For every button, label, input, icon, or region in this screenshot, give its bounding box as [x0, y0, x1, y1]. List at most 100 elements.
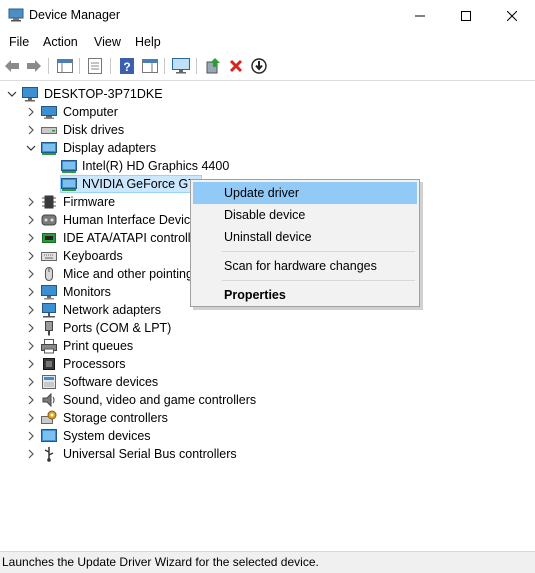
chevron-right-icon[interactable] [26, 395, 36, 405]
tree-category-label[interactable]: Firmware [63, 193, 115, 211]
uninstall-toolbar-button[interactable] [227, 57, 245, 75]
chevron-right-icon[interactable] [26, 269, 36, 279]
chevron-down-icon[interactable] [26, 143, 36, 153]
chevron-right-icon[interactable] [26, 431, 36, 441]
properties-toolbar-button[interactable] [86, 57, 104, 75]
down-arrow-circle-icon [251, 58, 267, 74]
chevron-right-icon[interactable] [26, 341, 36, 351]
action-pane-button[interactable] [141, 57, 159, 75]
close-button[interactable] [489, 0, 535, 31]
chevron-right-icon[interactable] [26, 125, 36, 135]
software-device-icon [42, 375, 56, 389]
context-menu-separator [222, 251, 415, 252]
tree-category-label[interactable]: Human Interface Device [63, 211, 197, 229]
close-icon [507, 10, 517, 21]
disk-drive-icon [41, 127, 57, 134]
processor-icon [43, 358, 55, 370]
properties-menu-item[interactable]: Properties [193, 284, 417, 306]
update-driver-icon [206, 58, 220, 74]
tree-root-label[interactable]: DESKTOP-3P71DKE [44, 85, 163, 103]
tree-category-label[interactable]: Processors [63, 355, 126, 373]
chevron-right-icon[interactable] [26, 287, 36, 297]
system-device-icon [41, 429, 57, 442]
update-driver-toolbar-button[interactable] [204, 57, 222, 75]
chevron-right-icon[interactable] [26, 323, 36, 333]
scan-hardware-toolbar-button[interactable] [172, 57, 190, 75]
chevron-right-icon[interactable] [26, 359, 36, 369]
scan-monitor-icon [172, 58, 190, 74]
chevron-right-icon[interactable] [26, 305, 36, 315]
display-adapter-icon [41, 142, 57, 155]
maximize-button[interactable] [443, 0, 489, 31]
forward-arrow-icon [27, 60, 41, 72]
tree-category-label[interactable]: Mice and other pointing [63, 265, 193, 283]
menu-bar: File Action View Help [0, 31, 535, 53]
minimize-button[interactable] [397, 0, 443, 31]
tree-category-label[interactable]: IDE ATA/ATAPI controlle [63, 229, 198, 247]
help-toolbar-button[interactable]: ? [118, 57, 136, 75]
toolbar-separator [164, 58, 165, 74]
mouse-icon [45, 267, 53, 281]
chevron-right-icon[interactable] [26, 197, 36, 207]
tree-category-label[interactable]: Storage controllers [63, 409, 168, 427]
tree-category-label[interactable]: Network adapters [63, 301, 161, 319]
back-button[interactable] [3, 57, 21, 75]
tree-category-label[interactable]: Print queues [63, 337, 133, 355]
device-manager-app-icon [8, 8, 24, 22]
status-bar: Launches the Update Driver Wizard for th… [0, 551, 535, 573]
toolbar-separator [79, 58, 80, 74]
svg-text:?: ? [123, 60, 130, 74]
chevron-right-icon[interactable] [26, 377, 36, 387]
chevron-right-icon[interactable] [26, 233, 36, 243]
chevron-right-icon[interactable] [26, 251, 36, 261]
tree-category-label[interactable]: Keyboards [63, 247, 123, 265]
tree-category-label[interactable]: Sound, video and game controllers [63, 391, 256, 409]
tree-category-label[interactable]: System devices [63, 427, 151, 445]
tree-category-label[interactable]: Monitors [63, 283, 111, 301]
device-tree[interactable]: DESKTOP-3P71DKE Computer Disk drives Displ… [0, 81, 535, 551]
chevron-right-icon[interactable] [26, 449, 36, 459]
show-hide-tree-button[interactable] [56, 57, 74, 75]
scan-hardware-menu-item[interactable]: Scan for hardware changes [193, 255, 417, 277]
menu-help[interactable]: Help [135, 35, 161, 49]
properties-page-icon [88, 58, 102, 74]
status-text: Launches the Update Driver Wizard for th… [2, 555, 319, 569]
disable-device-menu-item[interactable]: Disable device [193, 204, 417, 226]
keyboard-icon [41, 252, 57, 261]
toolbar-separator [48, 58, 49, 74]
printer-icon [41, 339, 57, 354]
chevron-down-icon[interactable] [7, 89, 17, 99]
display-adapter-icon [61, 178, 77, 191]
tree-category-label[interactable]: Software devices [63, 373, 158, 391]
toolbar-separator [110, 58, 111, 74]
tree-device-label[interactable]: NVIDIA GeForce GTX [82, 175, 204, 193]
menu-file[interactable]: File [9, 35, 29, 49]
toolbar: ? [0, 53, 535, 81]
chevron-right-icon[interactable] [26, 107, 36, 117]
uninstall-device-menu-item[interactable]: Uninstall device [193, 226, 417, 248]
tree-category-label[interactable]: Computer [63, 103, 118, 121]
title-bar: Device Manager [0, 0, 535, 31]
usb-icon [44, 447, 54, 462]
context-menu-separator [222, 280, 415, 281]
minimize-icon [415, 15, 425, 16]
update-driver-menu-item[interactable]: Update driver [193, 182, 417, 204]
console-tree-icon [57, 59, 73, 73]
tree-category-label[interactable]: Display adapters [63, 139, 156, 157]
tree-category-label[interactable]: Disk drives [63, 121, 124, 139]
computer-icon [41, 106, 57, 119]
chevron-right-icon[interactable] [26, 215, 36, 225]
tree-category-label[interactable]: Universal Serial Bus controllers [63, 445, 237, 463]
forward-button[interactable] [25, 57, 43, 75]
menu-action[interactable]: Action [43, 35, 78, 49]
hid-icon [41, 214, 57, 226]
red-x-icon [229, 59, 243, 73]
storage-controller-icon [41, 410, 57, 424]
tree-device-label[interactable]: Intel(R) HD Graphics 4400 [82, 157, 229, 175]
window-title: Device Manager [29, 8, 121, 22]
menu-view[interactable]: View [94, 35, 121, 49]
chevron-right-icon[interactable] [26, 413, 36, 423]
port-icon [45, 321, 53, 336]
enable-device-toolbar-button[interactable] [250, 57, 268, 75]
tree-category-label[interactable]: Ports (COM & LPT) [63, 319, 171, 337]
